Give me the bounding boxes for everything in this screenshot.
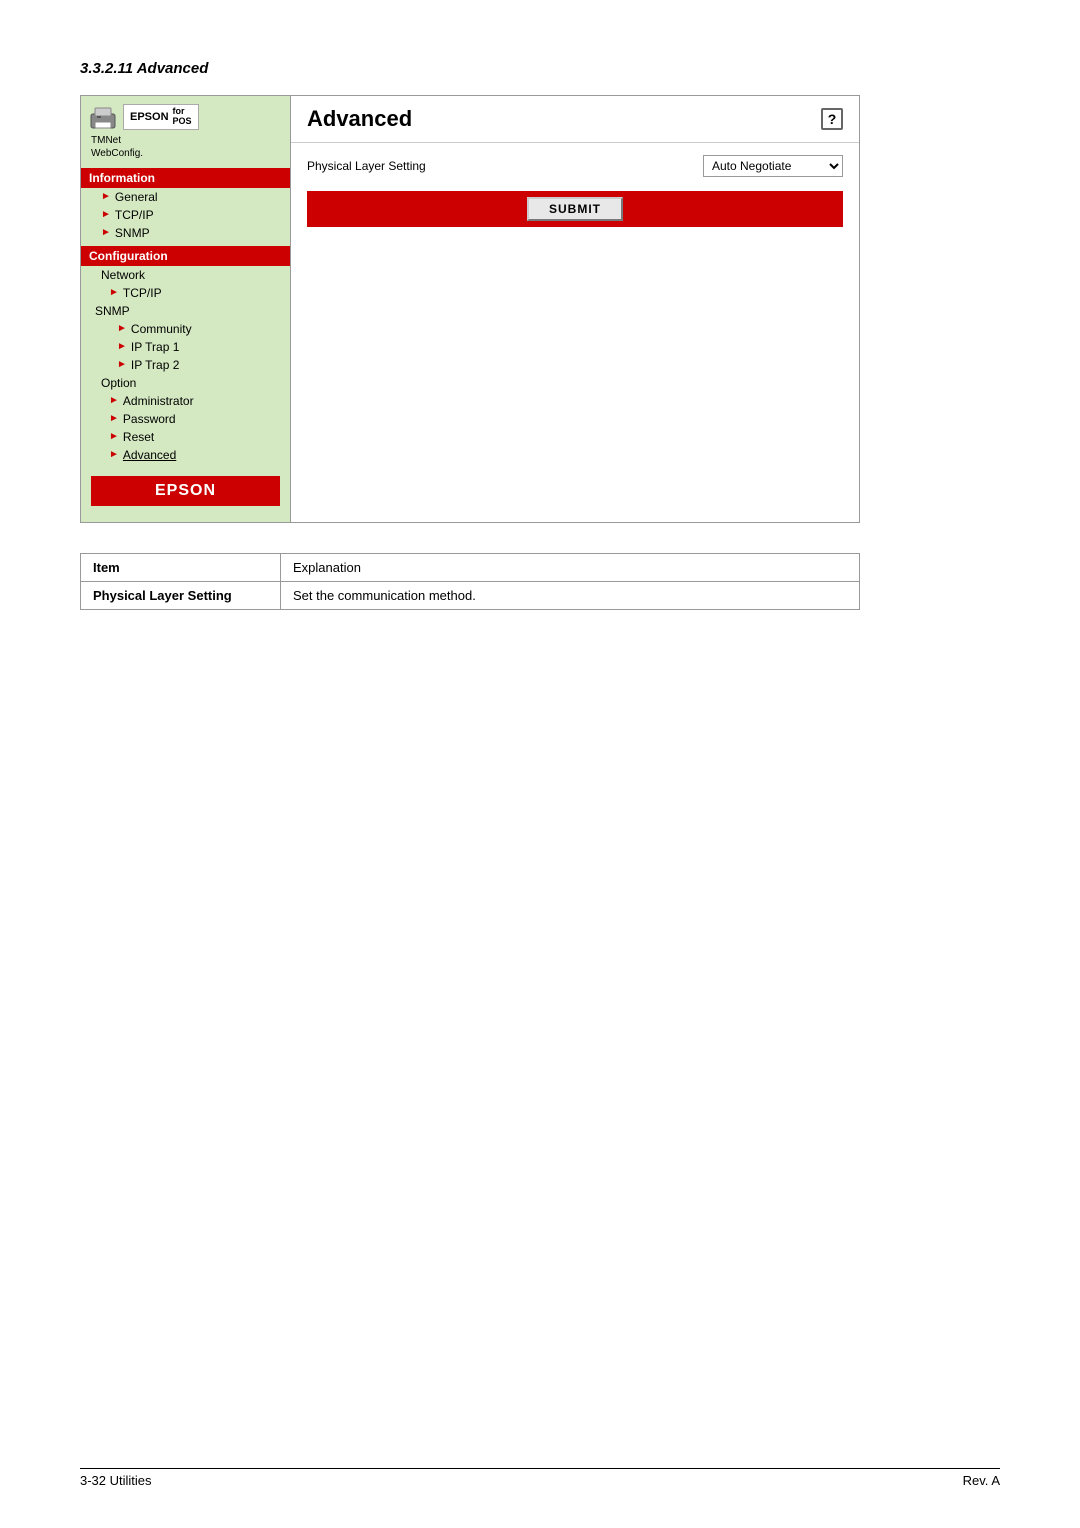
arrow-icon-snmp-info: ► — [101, 227, 111, 238]
printer-icon — [87, 104, 119, 132]
table-cell-item: Physical Layer Setting — [81, 581, 281, 609]
main-title: Advanced — [307, 106, 412, 132]
table-row: Physical Layer Setting Set the communica… — [81, 581, 860, 609]
sidebar-label-reset: Reset — [123, 430, 154, 444]
arrow-icon-tcpip-info: ► — [101, 209, 111, 220]
sidebar-label-ip-trap-1: IP Trap 1 — [131, 340, 179, 354]
sidebar-item-tcpip-info[interactable]: ► TCP/IP — [81, 206, 290, 224]
submit-button[interactable]: SUBMIT — [527, 197, 623, 221]
sidebar-item-advanced[interactable]: ► Advanced — [81, 446, 290, 464]
sidebar-item-tcpip-config[interactable]: ► TCP/IP — [81, 284, 290, 302]
epson-logo-box: EPSON for POS — [123, 104, 199, 130]
sidebar-label-general: General — [115, 190, 158, 204]
submit-row: SUBMIT — [307, 191, 843, 227]
arrow-icon-reset: ► — [109, 431, 119, 442]
section-title: 3.3.2.11 Advanced — [80, 60, 1000, 77]
epson-bottom-logo: EPSON — [91, 476, 280, 506]
sidebar-item-snmp-config[interactable]: SNMP — [81, 302, 290, 320]
table-header-explanation: Explanation — [281, 553, 860, 581]
physical-layer-label: Physical Layer Setting — [307, 159, 426, 173]
main-body: Physical Layer Setting Auto Negotiate 10… — [291, 143, 859, 239]
ui-window: EPSON for POS TMNet WebConfig. Informati… — [80, 95, 860, 523]
page-footer: 3-32 Utilities Rev. A — [80, 1468, 1000, 1488]
arrow-icon-administrator: ► — [109, 395, 119, 406]
info-table: Item Explanation Physical Layer Setting … — [80, 553, 860, 610]
sidebar-logo-area: EPSON for POS TMNet WebConfig. — [81, 96, 290, 164]
sidebar-label-snmp-config: SNMP — [95, 304, 130, 318]
tmnet-label: TMNet WebConfig. — [87, 134, 143, 160]
sidebar-label-network: Network — [101, 268, 145, 282]
footer-right: Rev. A — [963, 1473, 1000, 1488]
arrow-icon-password: ► — [109, 413, 119, 424]
pos-text: POS — [173, 117, 192, 127]
physical-layer-select[interactable]: Auto Negotiate 10Base Half 10Base Full 1… — [703, 155, 843, 177]
sidebar: EPSON for POS TMNet WebConfig. Informati… — [81, 96, 291, 522]
sidebar-item-community[interactable]: ► Community — [81, 320, 290, 338]
physical-layer-row: Physical Layer Setting Auto Negotiate 10… — [307, 155, 843, 177]
sidebar-item-ip-trap-1[interactable]: ► IP Trap 1 — [81, 338, 290, 356]
sidebar-label-community: Community — [131, 322, 192, 336]
sidebar-label-advanced: Advanced — [123, 448, 176, 462]
sidebar-label-option: Option — [101, 376, 136, 390]
sidebar-item-snmp-info[interactable]: ► SNMP — [81, 224, 290, 242]
table-cell-explanation: Set the communication method. — [281, 581, 860, 609]
sidebar-item-network[interactable]: Network — [81, 266, 290, 284]
sidebar-label-tcpip-info: TCP/IP — [115, 208, 154, 222]
sidebar-label-administrator: Administrator — [123, 394, 194, 408]
help-button[interactable]: ? — [821, 108, 843, 130]
sidebar-label-ip-trap-2: IP Trap 2 — [131, 358, 179, 372]
sidebar-label-password: Password — [123, 412, 176, 426]
epson-text: EPSON — [130, 111, 169, 123]
footer-left: 3-32 Utilities — [80, 1473, 152, 1488]
table-header-item: Item — [81, 553, 281, 581]
main-header: Advanced ? — [291, 96, 859, 143]
sidebar-item-password[interactable]: ► Password — [81, 410, 290, 428]
arrow-icon-ip-trap-1: ► — [117, 341, 127, 352]
arrow-icon-community: ► — [117, 323, 127, 334]
arrow-icon-advanced: ► — [109, 449, 119, 460]
sidebar-item-ip-trap-2[interactable]: ► IP Trap 2 — [81, 356, 290, 374]
information-header: Information — [81, 168, 290, 188]
configuration-header: Configuration — [81, 246, 290, 266]
sidebar-item-option[interactable]: Option — [81, 374, 290, 392]
arrow-icon-general: ► — [101, 191, 111, 202]
arrow-icon-tcpip-config: ► — [109, 287, 119, 298]
arrow-icon-ip-trap-2: ► — [117, 359, 127, 370]
sidebar-label-tcpip-config: TCP/IP — [123, 286, 162, 300]
sidebar-label-snmp-info: SNMP — [115, 226, 150, 240]
sidebar-item-administrator[interactable]: ► Administrator — [81, 392, 290, 410]
sidebar-item-reset[interactable]: ► Reset — [81, 428, 290, 446]
sidebar-item-general[interactable]: ► General — [81, 188, 290, 206]
main-content: Advanced ? Physical Layer Setting Auto N… — [291, 96, 859, 522]
